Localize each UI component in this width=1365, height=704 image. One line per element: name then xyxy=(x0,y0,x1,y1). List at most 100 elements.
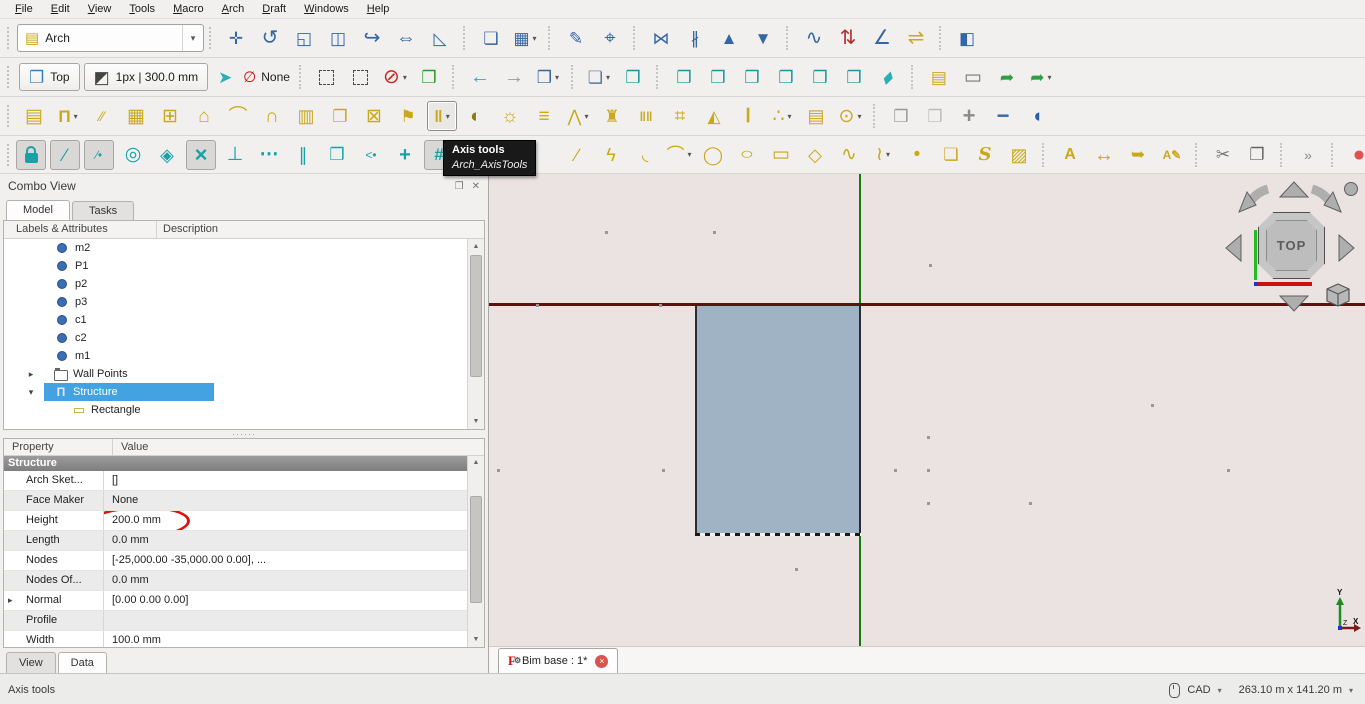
scroll-down-icon[interactable]: ▼ xyxy=(468,415,484,429)
scroll-down-icon[interactable]: ▼ xyxy=(468,633,484,647)
upgrade-button[interactable]: ▲ xyxy=(714,23,744,53)
rotate-button[interactable]: ↺ xyxy=(255,23,285,53)
label-button[interactable]: ➥ xyxy=(1123,140,1153,170)
slope-button[interactable]: ∠ xyxy=(867,23,897,53)
snap-working-plane-button[interactable]: ❒ xyxy=(322,140,352,170)
tab-data[interactable]: Data xyxy=(58,652,107,673)
component-add-button[interactable]: ❒ xyxy=(886,101,916,131)
property-value[interactable]: 100.0 mm xyxy=(104,631,468,648)
view-axonometric-button[interactable]: ❒ xyxy=(618,62,648,92)
nav-home-button[interactable] xyxy=(1345,183,1358,196)
tab-model[interactable]: Model xyxy=(6,200,70,220)
truss-button[interactable]: ◭ xyxy=(699,101,729,131)
property-value[interactable]: 0.0 mm xyxy=(104,571,468,590)
polyline-button[interactable]: ϟ xyxy=(596,140,626,170)
menu-draft[interactable]: Draft xyxy=(253,2,295,16)
join-button[interactable]: ⋈ xyxy=(646,23,676,53)
dropdown-caret-icon[interactable]: ▾ xyxy=(403,73,407,82)
viewport-dimensions[interactable]: 263.10 m x 141.20 m xyxy=(1239,684,1342,696)
reference-button[interactable]: ❐ xyxy=(325,101,355,131)
door-button[interactable]: ∩ xyxy=(257,101,287,131)
tree-item-p1[interactable]: P1 xyxy=(4,257,468,275)
property-row-profile[interactable]: Profile xyxy=(4,611,468,631)
dropdown-caret-icon[interactable]: ▾ xyxy=(584,112,588,121)
roof-curved-button[interactable]: ⌒ xyxy=(223,101,253,131)
snap-midpoint-button[interactable]: ∕• xyxy=(84,140,114,170)
scroll-up-icon[interactable]: ▲ xyxy=(468,456,484,470)
circle-button[interactable]: ◯ xyxy=(698,140,728,170)
stairs-button[interactable]: ≡ xyxy=(529,101,559,131)
dropdown-caret-icon[interactable]: ▾ xyxy=(555,73,559,82)
toolbar-grip[interactable] xyxy=(7,144,9,166)
structure-button[interactable]: Π▾ xyxy=(53,101,83,131)
property-value[interactable]: 200.0 mm xyxy=(104,511,468,530)
tree-item-wall-points[interactable]: ▸Wall Points xyxy=(4,365,468,383)
menu-macro[interactable]: Macro xyxy=(164,2,213,16)
scroll-thumb[interactable] xyxy=(470,255,482,377)
downgrade-button[interactable]: ▼ xyxy=(748,23,778,53)
split-button[interactable]: ∦ xyxy=(680,23,710,53)
scroll-up-icon[interactable]: ▲ xyxy=(468,239,484,253)
navigation-cube[interactable]: TOP xyxy=(1220,177,1360,317)
tree-item-p3[interactable]: p3 xyxy=(4,293,468,311)
link-navigate-button[interactable]: ❒▾ xyxy=(533,62,563,92)
dropdown-caret-icon[interactable]: ▾ xyxy=(74,112,78,121)
select-group-button[interactable]: ❒ xyxy=(414,62,444,92)
clone-button[interactable]: ❏ xyxy=(476,23,506,53)
view-bottom-button[interactable]: ❒ xyxy=(805,62,835,92)
bezier-button[interactable]: ≀▾ xyxy=(868,140,898,170)
tree-item-c1[interactable]: c1 xyxy=(4,311,468,329)
property-value[interactable]: 0.0 mm xyxy=(104,531,468,550)
dropdown-caret-icon[interactable]: ▾ xyxy=(886,150,890,159)
toolbar-grip[interactable] xyxy=(7,66,12,88)
scroll-thumb[interactable] xyxy=(470,496,482,603)
tree-item-m2[interactable]: m2 xyxy=(4,239,468,257)
schedule-button[interactable]: ▥ xyxy=(291,101,321,131)
chevron-down-icon[interactable]: ▾ xyxy=(1218,686,1222,695)
box-element-select-button[interactable] xyxy=(346,62,376,92)
polygon-button[interactable]: ◇ xyxy=(800,140,830,170)
snap-parallel-button[interactable]: ∥ xyxy=(288,140,318,170)
trimex-button[interactable]: ◺ xyxy=(425,23,455,53)
property-value[interactable]: None xyxy=(104,491,468,510)
dimension-button[interactable]: ↔ xyxy=(1089,140,1119,170)
annotation-styles-button[interactable]: A✎ xyxy=(1157,140,1187,170)
dropdown-caret-icon[interactable]: ▾ xyxy=(788,112,792,121)
point-button[interactable]: • xyxy=(902,140,932,170)
move-button[interactable]: ✛ xyxy=(221,23,251,53)
snap-center-button[interactable]: ◎ xyxy=(118,140,148,170)
panel-button[interactable]: ▤ xyxy=(801,101,831,131)
property-scrollbar[interactable]: ▲ ▼ xyxy=(467,456,484,647)
snap-endpoint-button[interactable]: ∕ xyxy=(50,140,80,170)
view-front-button[interactable]: ❒ xyxy=(669,62,699,92)
menu-help[interactable]: Help xyxy=(358,2,399,16)
grid-button[interactable]: ⊠ xyxy=(359,101,389,131)
toolbar-grip[interactable] xyxy=(209,27,214,49)
view-left-button[interactable]: ❒ xyxy=(839,62,869,92)
mirror-button[interactable]: ◫ xyxy=(323,23,353,53)
rebar-button[interactable]: ∕∕ xyxy=(87,101,117,131)
roof-button[interactable]: ⋀▾ xyxy=(563,101,593,131)
close-document-button[interactable]: × xyxy=(595,655,608,668)
tree-item-rectangle[interactable]: ▭Rectangle xyxy=(4,401,468,419)
column-button[interactable]: ‖‖ xyxy=(631,101,661,131)
component-remove-button[interactable]: ❒ xyxy=(920,101,950,131)
share-button[interactable]: ➦▾ xyxy=(1026,62,1056,92)
window-button[interactable]: ⊞ xyxy=(155,101,185,131)
tree-scrollbar[interactable]: ▲ ▼ xyxy=(467,239,484,429)
fence-button[interactable]: ⌗ xyxy=(665,101,695,131)
export-button[interactable]: ➦ xyxy=(992,62,1022,92)
toolbar-grip[interactable] xyxy=(7,105,12,127)
property-value[interactable] xyxy=(104,611,468,630)
tree-item-structure[interactable]: ▾ΠStructure xyxy=(4,383,468,401)
tree-item-p2[interactable]: p2 xyxy=(4,275,468,293)
site-button[interactable]: ☼ xyxy=(495,101,525,131)
tree-item-m1[interactable]: m1 xyxy=(4,347,468,365)
view-right-button[interactable]: ❒ xyxy=(737,62,767,92)
nav-up-arrow[interactable] xyxy=(1280,182,1308,197)
ellipse-button[interactable]: ○ xyxy=(732,140,762,170)
current-view-button[interactable]: ❒Top xyxy=(19,63,80,91)
snap-intersection-button[interactable]: × xyxy=(186,140,216,170)
tab-tasks[interactable]: Tasks xyxy=(72,201,134,220)
line-style-button[interactable]: ◩1px | 300.0 mm xyxy=(84,63,209,91)
